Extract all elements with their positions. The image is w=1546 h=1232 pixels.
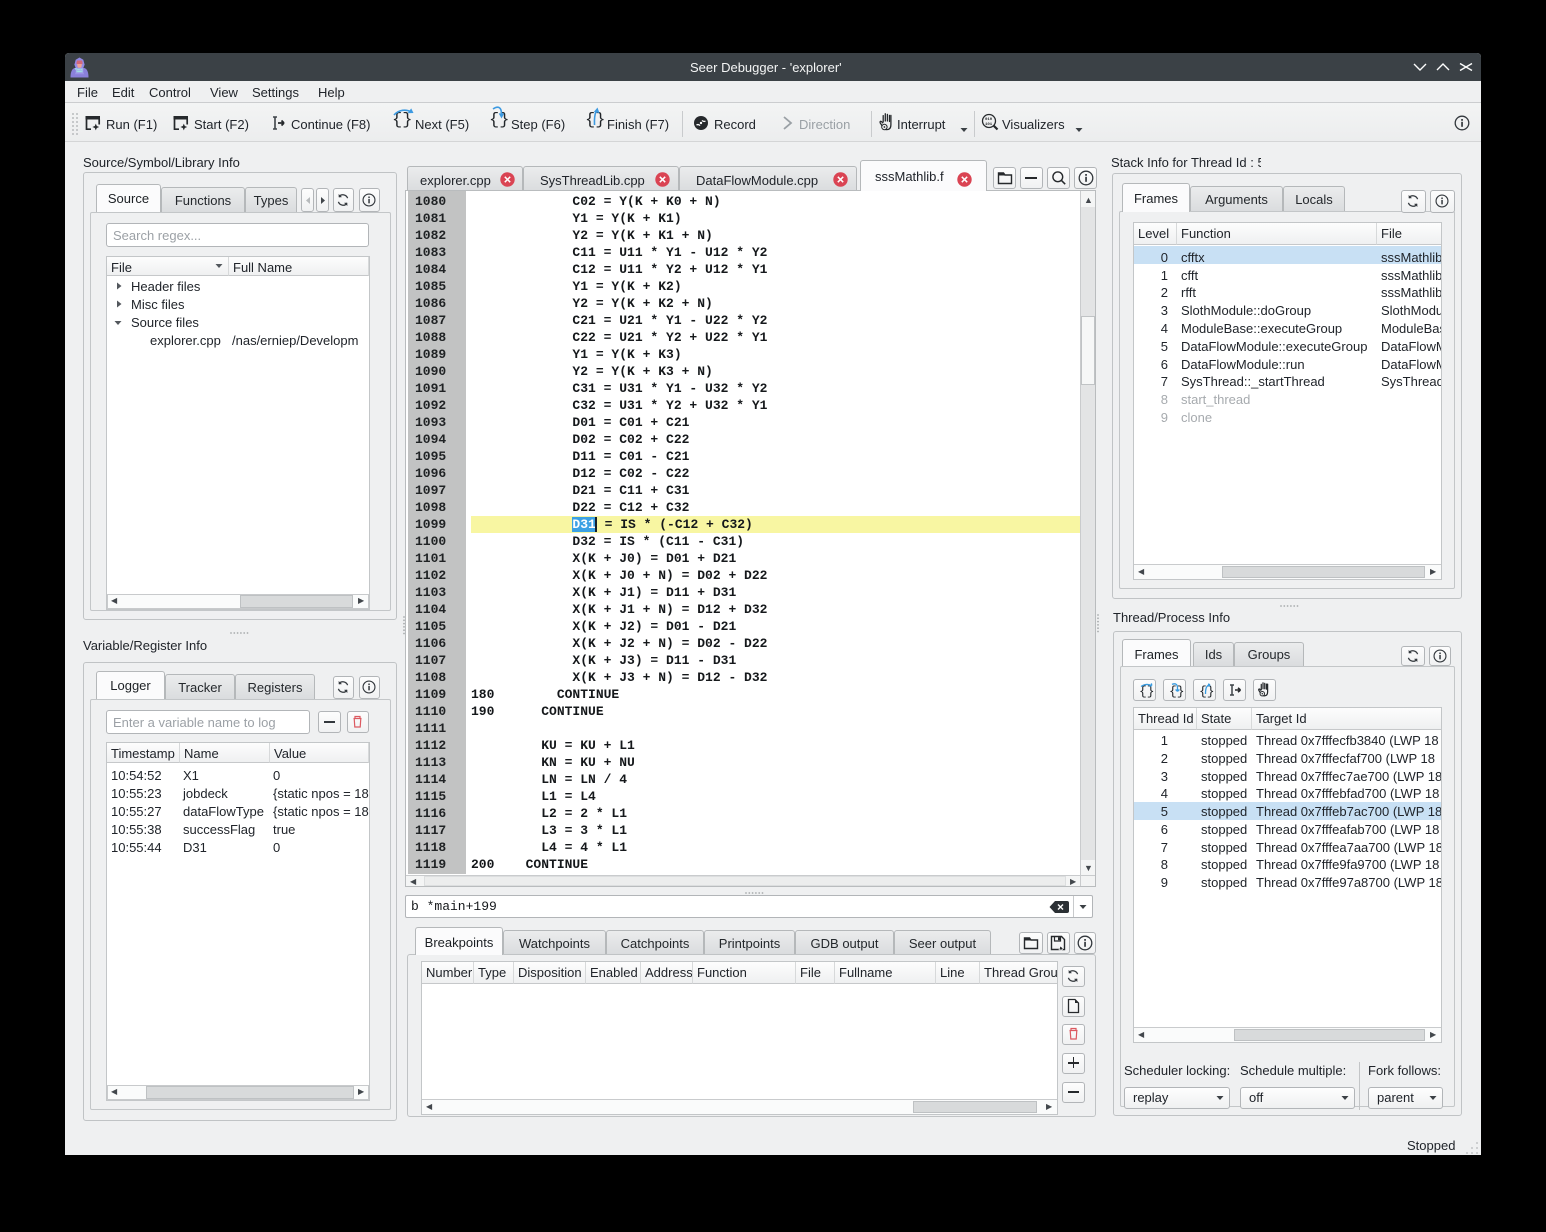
svg-text:101: 101 [985, 123, 993, 127]
svg-text:010: 010 [985, 118, 993, 122]
